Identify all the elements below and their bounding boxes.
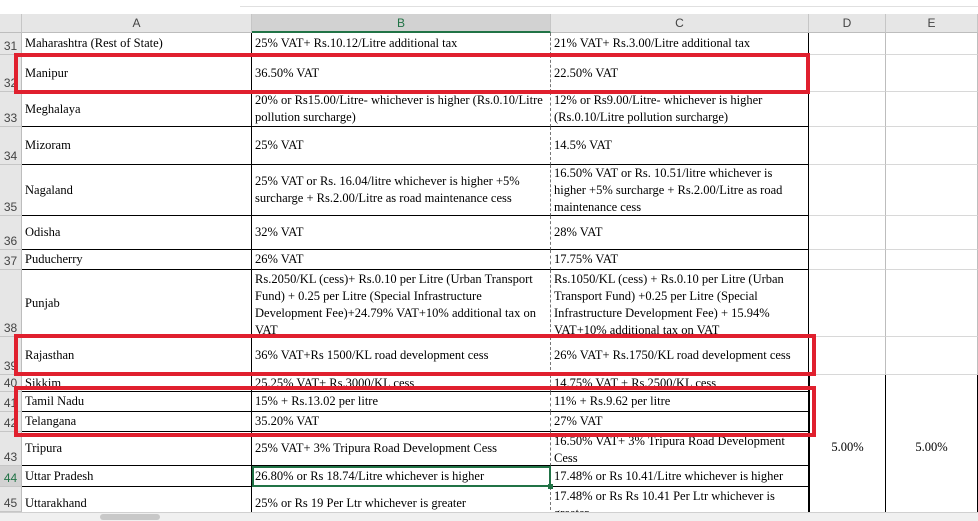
cell-d[interactable]: [809, 337, 886, 375]
row-header-39[interactable]: 39: [0, 337, 22, 375]
cell-diesel[interactable]: 12% or Rs9.00/Litre- whichever is higher…: [551, 92, 809, 127]
column-header-b[interactable]: B: [252, 14, 551, 33]
cell-state[interactable]: Tamil Nadu: [22, 392, 252, 412]
row-header-43[interactable]: 43: [0, 432, 22, 466]
table-row: Rajasthan 36% VAT+Rs 1500/KL road develo…: [22, 337, 978, 375]
cell-state[interactable]: Maharashtra (Rest of State): [22, 33, 252, 55]
cell-state[interactable]: Nagaland: [22, 165, 252, 216]
cell-diesel[interactable]: 22.50% VAT: [551, 55, 809, 92]
row-header-45[interactable]: 45: [0, 487, 22, 512]
row-header-42[interactable]: 42: [0, 412, 22, 432]
row-header-41[interactable]: 41: [0, 392, 22, 412]
cell-d[interactable]: [809, 92, 886, 127]
row-header-36[interactable]: 36: [0, 216, 22, 250]
cell-petrol[interactable]: 25% VAT: [252, 127, 551, 165]
table-row: Odisha 32% VAT 28% VAT: [22, 216, 978, 250]
cell-state[interactable]: Puducherry: [22, 250, 252, 270]
row-header-33[interactable]: 33: [0, 92, 22, 127]
cell-state[interactable]: Mizoram: [22, 127, 252, 165]
formula-bar-divider: [240, 0, 978, 7]
cell-petrol[interactable]: 25% VAT or Rs. 16.04/litre whichever is …: [252, 165, 551, 216]
scrollbar-thumb[interactable]: [100, 514, 160, 520]
selected-cell[interactable]: 26.80% or Rs 18.74/Litre whichever is hi…: [252, 466, 551, 487]
cell-diesel[interactable]: 16.50% VAT or Rs. 10.51/litre whichever …: [551, 165, 809, 216]
cell-d[interactable]: [809, 270, 886, 337]
row-header-34[interactable]: 34: [0, 127, 22, 165]
cell-state[interactable]: Manipur: [22, 55, 252, 92]
row-header-40[interactable]: 40: [0, 375, 22, 392]
cell-e[interactable]: [886, 127, 978, 165]
cell-diesel[interactable]: 17.48% or Rs 10.41/Litre whichever is hi…: [551, 466, 809, 487]
cell-petrol[interactable]: 25% VAT+ 3% Tripura Road Development Ces…: [252, 432, 551, 466]
cell-petrol[interactable]: 25% VAT+ Rs.10.12/Litre additional tax: [252, 33, 551, 55]
cell-petrol[interactable]: 20% or Rs15.00/Litre- whichever is highe…: [252, 92, 551, 127]
spreadsheet-grid: Maharashtra (Rest of State) 25% VAT+ Rs.…: [22, 33, 978, 520]
table-row: Punjab Rs.2050/KL (cess)+ Rs.0.10 per Li…: [22, 270, 978, 337]
cell-d[interactable]: [809, 127, 886, 165]
cell-petrol[interactable]: 32% VAT: [252, 216, 551, 250]
column-header-c[interactable]: C: [551, 14, 809, 33]
cell-state[interactable]: Odisha: [22, 216, 252, 250]
cell-state[interactable]: Rajasthan: [22, 337, 252, 375]
row-header-44[interactable]: 44: [0, 466, 22, 487]
column-header-e[interactable]: E: [886, 14, 978, 33]
row-header-37[interactable]: 37: [0, 250, 22, 270]
column-header-a[interactable]: A: [22, 14, 252, 33]
cell-petrol[interactable]: 35.20% VAT: [252, 412, 551, 432]
table-row: Mizoram 25% VAT 14.5% VAT: [22, 127, 978, 165]
cell-e[interactable]: [886, 216, 978, 250]
cell-diesel[interactable]: 16.50% VAT+ 3% Tripura Road Development …: [551, 432, 809, 466]
cell-e[interactable]: [886, 55, 978, 92]
fill-handle[interactable]: [548, 484, 553, 489]
formula-bar-edge: [0, 0, 978, 14]
select-all-corner[interactable]: [0, 14, 22, 33]
cell-diesel[interactable]: 28% VAT: [551, 216, 809, 250]
cell-state[interactable]: Meghalaya: [22, 92, 252, 127]
cell-diesel[interactable]: 21% VAT+ Rs.3.00/Litre additional tax: [551, 33, 809, 55]
cell-state[interactable]: Telangana: [22, 412, 252, 432]
cell-e[interactable]: [886, 337, 978, 375]
cell-petrol[interactable]: 36% VAT+Rs 1500/KL road development cess: [252, 337, 551, 375]
merged-cell-d[interactable]: 5.00%: [809, 375, 886, 520]
cell-petrol[interactable]: 15% + Rs.13.02 per litre: [252, 392, 551, 412]
cell-d[interactable]: [809, 250, 886, 270]
table-row: Puducherry 26% VAT 17.75% VAT: [22, 250, 978, 270]
cell-petrol[interactable]: 26% VAT: [252, 250, 551, 270]
cell-state[interactable]: Punjab: [22, 270, 252, 337]
cell-e[interactable]: [886, 250, 978, 270]
cell-diesel[interactable]: 14.75% VAT + Rs.2500/KL cess: [551, 375, 809, 392]
table-row: Nagaland 25% VAT or Rs. 16.04/litre whic…: [22, 165, 978, 216]
cell-diesel[interactable]: 14.5% VAT: [551, 127, 809, 165]
cell-petrol[interactable]: 36.50% VAT: [252, 55, 551, 92]
row-header-38[interactable]: 38: [0, 270, 22, 337]
cell-e[interactable]: [886, 270, 978, 337]
cell-state[interactable]: Tripura: [22, 432, 252, 466]
cell-d[interactable]: [809, 55, 886, 92]
cell-diesel[interactable]: 11% + Rs.9.62 per litre: [551, 392, 809, 412]
table-row: Maharashtra (Rest of State) 25% VAT+ Rs.…: [22, 33, 978, 55]
cell-d[interactable]: [809, 216, 886, 250]
cell-petrol[interactable]: Rs.2050/KL (cess)+ Rs.0.10 per Litre (Ur…: [252, 270, 551, 337]
cell-d[interactable]: [809, 165, 886, 216]
row-header-35[interactable]: 35: [0, 165, 22, 216]
column-header-d[interactable]: D: [809, 14, 886, 33]
table-row: Manipur 36.50% VAT 22.50% VAT: [22, 55, 978, 92]
cell-e[interactable]: [886, 33, 978, 55]
cell-diesel[interactable]: 17.75% VAT: [551, 250, 809, 270]
row-header-32[interactable]: 32: [0, 55, 22, 92]
cell-petrol[interactable]: 25.25% VAT+ Rs.3000/KL cess: [252, 375, 551, 392]
cell-diesel[interactable]: 27% VAT: [551, 412, 809, 432]
row-header-31[interactable]: 31: [0, 33, 22, 55]
cell-diesel[interactable]: 26% VAT+ Rs.1750/KL road development ces…: [551, 337, 809, 375]
cell-e[interactable]: [886, 165, 978, 216]
cell-state[interactable]: Uttar Pradesh: [22, 466, 252, 487]
merged-cell-e[interactable]: 5.00%: [886, 375, 978, 520]
cell-e[interactable]: [886, 92, 978, 127]
cell-state[interactable]: Sikkim: [22, 375, 252, 392]
cell-diesel[interactable]: Rs.1050/KL (cess) + Rs.0.10 per Litre (U…: [551, 270, 809, 337]
table-row: Meghalaya 20% or Rs15.00/Litre- whicheve…: [22, 92, 978, 127]
cell-d[interactable]: [809, 33, 886, 55]
